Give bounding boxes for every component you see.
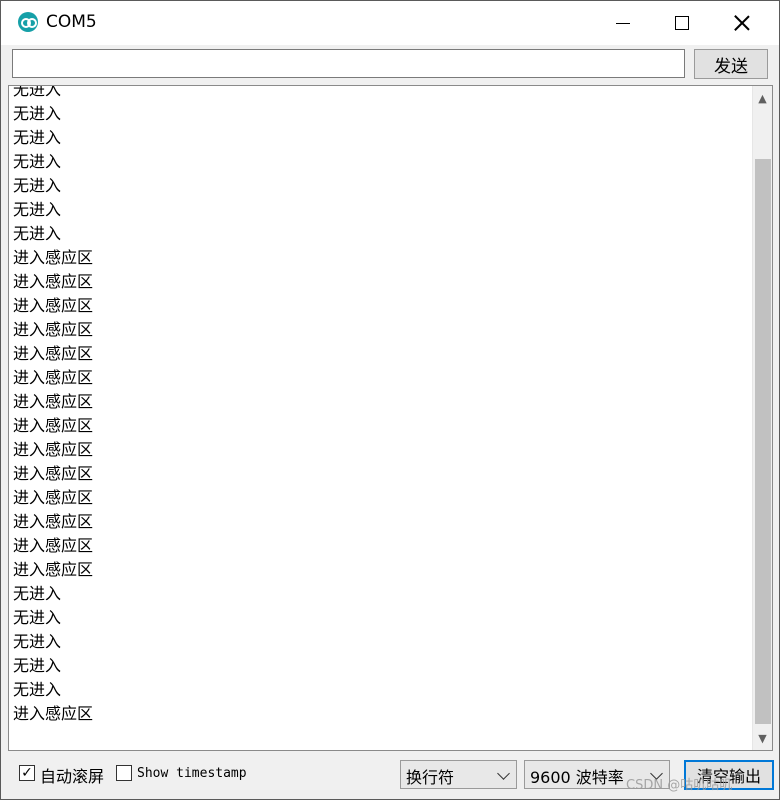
output-line: 进入感应区	[13, 704, 94, 723]
close-icon	[734, 15, 750, 31]
output-line: 进入感应区	[13, 344, 94, 363]
output-line: 无进入	[13, 224, 62, 243]
output-line: 进入感应区	[13, 512, 94, 531]
timestamp-label[interactable]: Show timestamp	[137, 766, 247, 781]
arduino-icon	[18, 12, 38, 32]
output-line: 进入感应区	[13, 560, 94, 579]
output-line: 无进入	[13, 128, 62, 147]
output-line: 进入感应区	[13, 320, 94, 339]
serial-output[interactable]: 无进入 无进入 无进入 无进入 无进入 无进入 无进入 进入感应区 进入感应区 进入感应区 进入感应…	[8, 85, 773, 751]
output-line: 无进入	[13, 632, 62, 651]
output-line: 无进入	[13, 104, 62, 123]
vertical-scrollbar[interactable]: ▲ ▼	[752, 86, 772, 750]
minimize-icon	[616, 22, 630, 24]
line-ending-value: 换行符	[406, 768, 455, 787]
output-lines: 无进入 无进入 无进入 无进入 无进入 无进入 无进入 进入感应区 进入感应区 进入感应区 进入感应…	[13, 85, 94, 726]
autoscroll-checkbox[interactable]: ✓	[19, 765, 35, 781]
scroll-down-arrow-icon[interactable]: ▼	[753, 726, 772, 750]
watermark: CSDN @咕叽咕叽	[626, 778, 733, 793]
output-line: 进入感应区	[13, 368, 94, 387]
chevron-down-icon	[497, 767, 510, 780]
autoscroll-label[interactable]: 自动滚屏	[40, 763, 104, 787]
maximize-button[interactable]	[653, 1, 711, 45]
output-line: 无进入	[13, 680, 62, 699]
send-input[interactable]	[12, 49, 685, 78]
output-line: 进入感应区	[13, 416, 94, 435]
output-line: 无进入	[13, 656, 62, 675]
output-line: 进入感应区	[13, 392, 94, 411]
scroll-thumb[interactable]	[755, 159, 771, 724]
line-ending-select[interactable]: 换行符	[400, 760, 517, 789]
output-line: 进入感应区	[13, 464, 94, 483]
output-line: 进入感应区	[13, 296, 94, 315]
baud-rate-value: 9600 波特率	[530, 768, 624, 787]
output-line: 进入感应区	[13, 440, 94, 459]
scroll-up-arrow-icon[interactable]: ▲	[753, 86, 772, 110]
output-line: 无进入	[13, 85, 62, 99]
output-line: 进入感应区	[13, 272, 94, 291]
output-line: 无进入	[13, 608, 62, 627]
send-button[interactable]: 发送	[694, 49, 768, 79]
maximize-icon	[675, 16, 689, 30]
minimize-button[interactable]	[594, 1, 652, 45]
output-line: 进入感应区	[13, 248, 94, 267]
output-line: 无进入	[13, 200, 62, 219]
timestamp-checkbox[interactable]	[116, 765, 132, 781]
close-button[interactable]	[713, 1, 771, 45]
serial-monitor-window: COM5 发送 无进入 无进入 无进入 无进入 无进入 无进入 无进入 进入感应区 进入感应区进…	[0, 0, 780, 800]
title-bar[interactable]: COM5	[1, 1, 779, 45]
output-line: 无进入	[13, 152, 62, 171]
output-line: 进入感应区	[13, 488, 94, 507]
output-line: 进入感应区	[13, 536, 94, 555]
output-line: 无进入	[13, 176, 62, 195]
window-title: COM5	[46, 12, 97, 32]
output-line: 无进入	[13, 584, 62, 603]
